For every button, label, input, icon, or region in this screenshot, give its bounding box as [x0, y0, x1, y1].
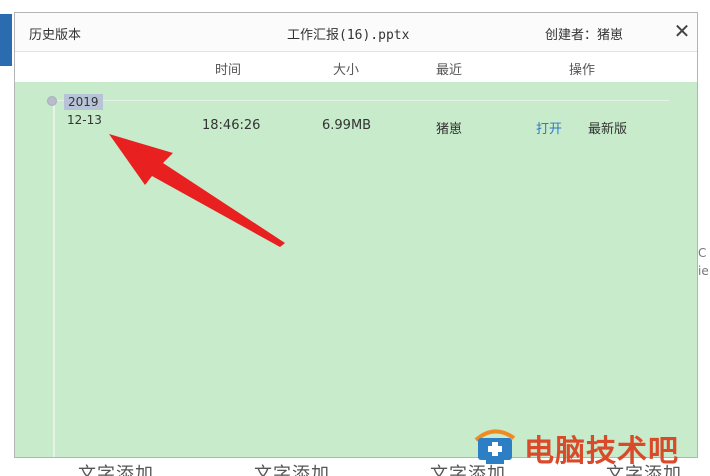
background-slide-label: 文字添加 — [78, 464, 154, 476]
annotation-arrow — [109, 134, 285, 247]
background-fragment-line: C — [698, 246, 707, 260]
monitor-plus-icon — [474, 429, 516, 464]
history-version-dialog: 历史版本 工作汇报(16).pptx 创建者：猪崽 ✕ 时间 大小 最近 操作 … — [14, 12, 698, 458]
site-watermark: 电脑技术吧 — [468, 424, 708, 469]
background-slide-label: 文字添加 — [254, 464, 330, 476]
background-app-strip — [0, 14, 12, 66]
watermark-text: 电脑技术吧 — [524, 434, 679, 469]
background-text-fragment: C ie — [698, 244, 710, 280]
arrow-shape — [109, 134, 285, 247]
background-fragment-line: ie — [698, 264, 709, 278]
